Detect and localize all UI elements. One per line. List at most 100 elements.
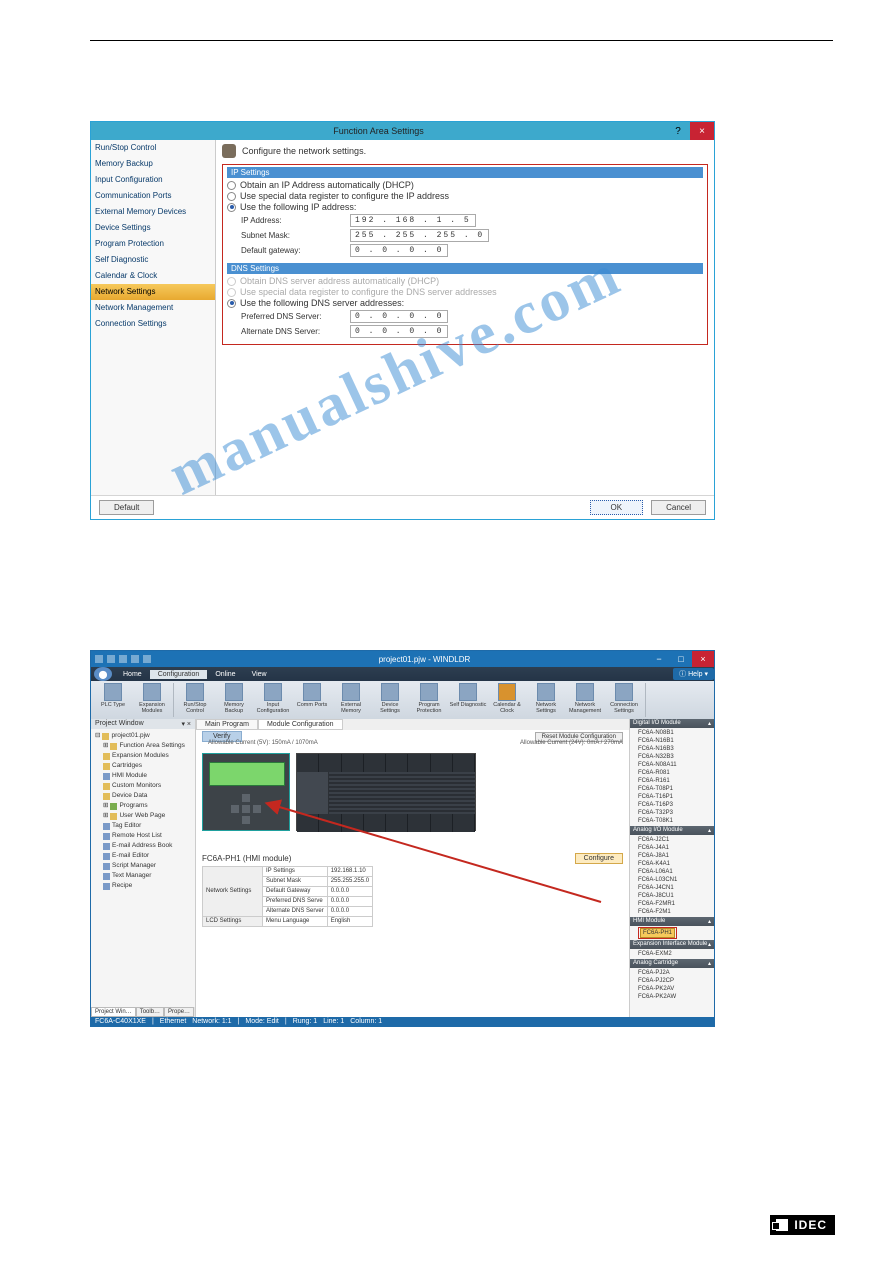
ip-address-input[interactable]: 192 . 168 . 1 . 5 [350,214,476,227]
qat-icon[interactable] [143,655,151,663]
tab-module-configuration[interactable]: Module Configuration [258,719,343,730]
qat-icon[interactable] [131,655,139,663]
module-item[interactable]: FC6A-PK2AW [638,993,714,1001]
ribbon-device[interactable]: Device Settings [371,683,409,717]
module-item[interactable]: FC6A-T08P1 [638,785,714,793]
module-item[interactable]: FC6A-F2M1 [638,908,714,916]
tree-item[interactable]: Function Area Settings [119,741,184,751]
module-item[interactable]: FC6A-EXM2 [638,950,714,958]
qat-icon[interactable] [119,655,127,663]
tree-item[interactable]: Cartridges [112,761,142,771]
tree-item[interactable]: Text Manager [112,871,151,881]
sidebar-item[interactable]: Calendar & Clock [91,268,215,284]
configure-button[interactable]: Configure [575,853,623,864]
module-item[interactable]: FC6A-N16B1 [638,737,714,745]
tab-online[interactable]: Online [207,670,243,679]
ribbon-expansion-modules[interactable]: Expansion Modules [133,683,171,717]
tree-item[interactable]: Custom Monitors [112,781,161,791]
module-item[interactable]: FC6A-PJ2A [638,969,714,977]
module-item[interactable]: FC6A-N32B3 [638,753,714,761]
sidebar-item[interactable]: Run/Stop Control [91,140,215,156]
ribbon-network-mgmt[interactable]: Network Management [566,683,604,717]
module-item[interactable]: FC6A-R161 [638,777,714,785]
module-item[interactable]: FC6A-J4A1 [638,844,714,852]
toolbox-tab[interactable]: Toolb… [136,1007,164,1017]
tree-item[interactable]: Tag Editor [112,821,141,831]
minimize-button[interactable]: − [648,651,670,667]
sidebar-item[interactable]: External Memory Devices [91,204,215,220]
module-item[interactable]: FC6A-N08A11 [638,761,714,769]
module-item[interactable]: FC6A-T32P3 [638,809,714,817]
sidebar-item[interactable]: Program Protection [91,236,215,252]
module-item[interactable]: FC6A-T16P3 [638,801,714,809]
help-button[interactable]: ⓘ Help ▾ [673,668,714,680]
tree-item[interactable]: HMI Module [112,771,147,781]
close-button[interactable]: × [690,122,714,140]
module-item[interactable]: FC6A-J8CU1 [638,892,714,900]
ribbon-memory[interactable]: Memory Backup [215,683,253,717]
alt-dns-input[interactable]: 0 . 0 . 0 . 0 [350,325,448,338]
app-menu-button[interactable]: ⬤ [94,667,112,681]
subnet-mask-input[interactable]: 255 . 255 . 255 . 0 [350,229,489,242]
sidebar-item-selected[interactable]: Network Settings [91,284,215,300]
qat-icon[interactable] [95,655,103,663]
module-item[interactable]: FC6A-J4CN1 [638,884,714,892]
ribbon-diagnostic[interactable]: Self Diagnostic [449,683,487,717]
tree-item[interactable]: Remote Host List [112,831,162,841]
tree-item[interactable]: User Web Page [119,811,165,821]
sidebar-item[interactable]: Self Diagnostic [91,252,215,268]
ribbon-plc-type[interactable]: PLC Type [94,683,132,717]
gateway-input[interactable]: 0 . 0 . 0 . 0 [350,244,448,257]
module-item[interactable]: FC6A-PJ2CP [638,977,714,985]
tab-view[interactable]: View [244,670,275,679]
tree-root[interactable]: project01.pjw [111,731,149,741]
sidebar-item[interactable]: Network Management [91,300,215,316]
maximize-button[interactable]: □ [670,651,692,667]
plc-module-graphic[interactable] [296,753,476,831]
ribbon-connection[interactable]: Connection Settings [605,683,643,717]
project-tab[interactable]: Project Win… [91,1007,136,1017]
sidebar-item[interactable]: Connection Settings [91,316,215,332]
tree-item[interactable]: E-mail Editor [112,851,149,861]
property-tab[interactable]: Prope… [164,1007,194,1017]
preferred-dns-input[interactable]: 0 . 0 . 0 . 0 [350,310,448,323]
radio-special-register[interactable] [227,192,236,201]
ok-button[interactable]: OK [590,500,644,515]
tab-main-program[interactable]: Main Program [196,719,258,730]
hmi-module-graphic[interactable] [202,753,290,831]
radio-dns-manual[interactable] [227,299,236,308]
ribbon-program[interactable]: Program Protection [410,683,448,717]
module-item[interactable]: FC6A-N08B1 [638,729,714,737]
module-item[interactable]: FC6A-F2MR1 [638,900,714,908]
module-item[interactable]: FC6A-J8A1 [638,852,714,860]
qat-icon[interactable] [107,655,115,663]
module-item[interactable]: FC6A-T08K1 [638,817,714,825]
module-item[interactable]: FC6A-L06A1 [638,868,714,876]
tree-item[interactable]: Recipe [112,881,132,891]
ribbon-calendar[interactable]: Calendar & Clock [488,683,526,717]
module-item-selected[interactable]: FC6A-PH1 [640,928,675,938]
tree-item[interactable]: Script Manager [112,861,156,871]
ribbon-runstop[interactable]: Run/Stop Control [176,683,214,717]
module-item[interactable]: FC6A-J2C1 [638,836,714,844]
tab-home[interactable]: Home [115,670,150,679]
sidebar-item[interactable]: Input Configuration [91,172,215,188]
tree-item[interactable]: Expansion Modules [112,751,169,761]
help-button[interactable]: ? [666,122,690,140]
module-item[interactable]: FC6A-K4A1 [638,860,714,868]
close-button[interactable]: × [692,651,714,667]
project-tree[interactable]: ⊟project01.pjw ⊞Function Area Settings E… [91,729,195,1007]
tree-item[interactable]: E-mail Address Book [112,841,172,851]
sidebar-item[interactable]: Device Settings [91,220,215,236]
module-item[interactable]: FC6A-N16B3 [638,745,714,753]
module-item[interactable]: FC6A-R081 [638,769,714,777]
ribbon-external[interactable]: External Memory [332,683,370,717]
module-item[interactable]: FC6A-L03CN1 [638,876,714,884]
radio-static-ip[interactable] [227,203,236,212]
ribbon-input[interactable]: Input Configuration [254,683,292,717]
module-item[interactable]: FC6A-PK2AV [638,985,714,993]
ribbon-comm[interactable]: Comm Ports [293,683,331,717]
tab-configuration[interactable]: Configuration [150,670,208,679]
tree-item[interactable]: Device Data [112,791,147,801]
sidebar-item[interactable]: Communication Ports [91,188,215,204]
